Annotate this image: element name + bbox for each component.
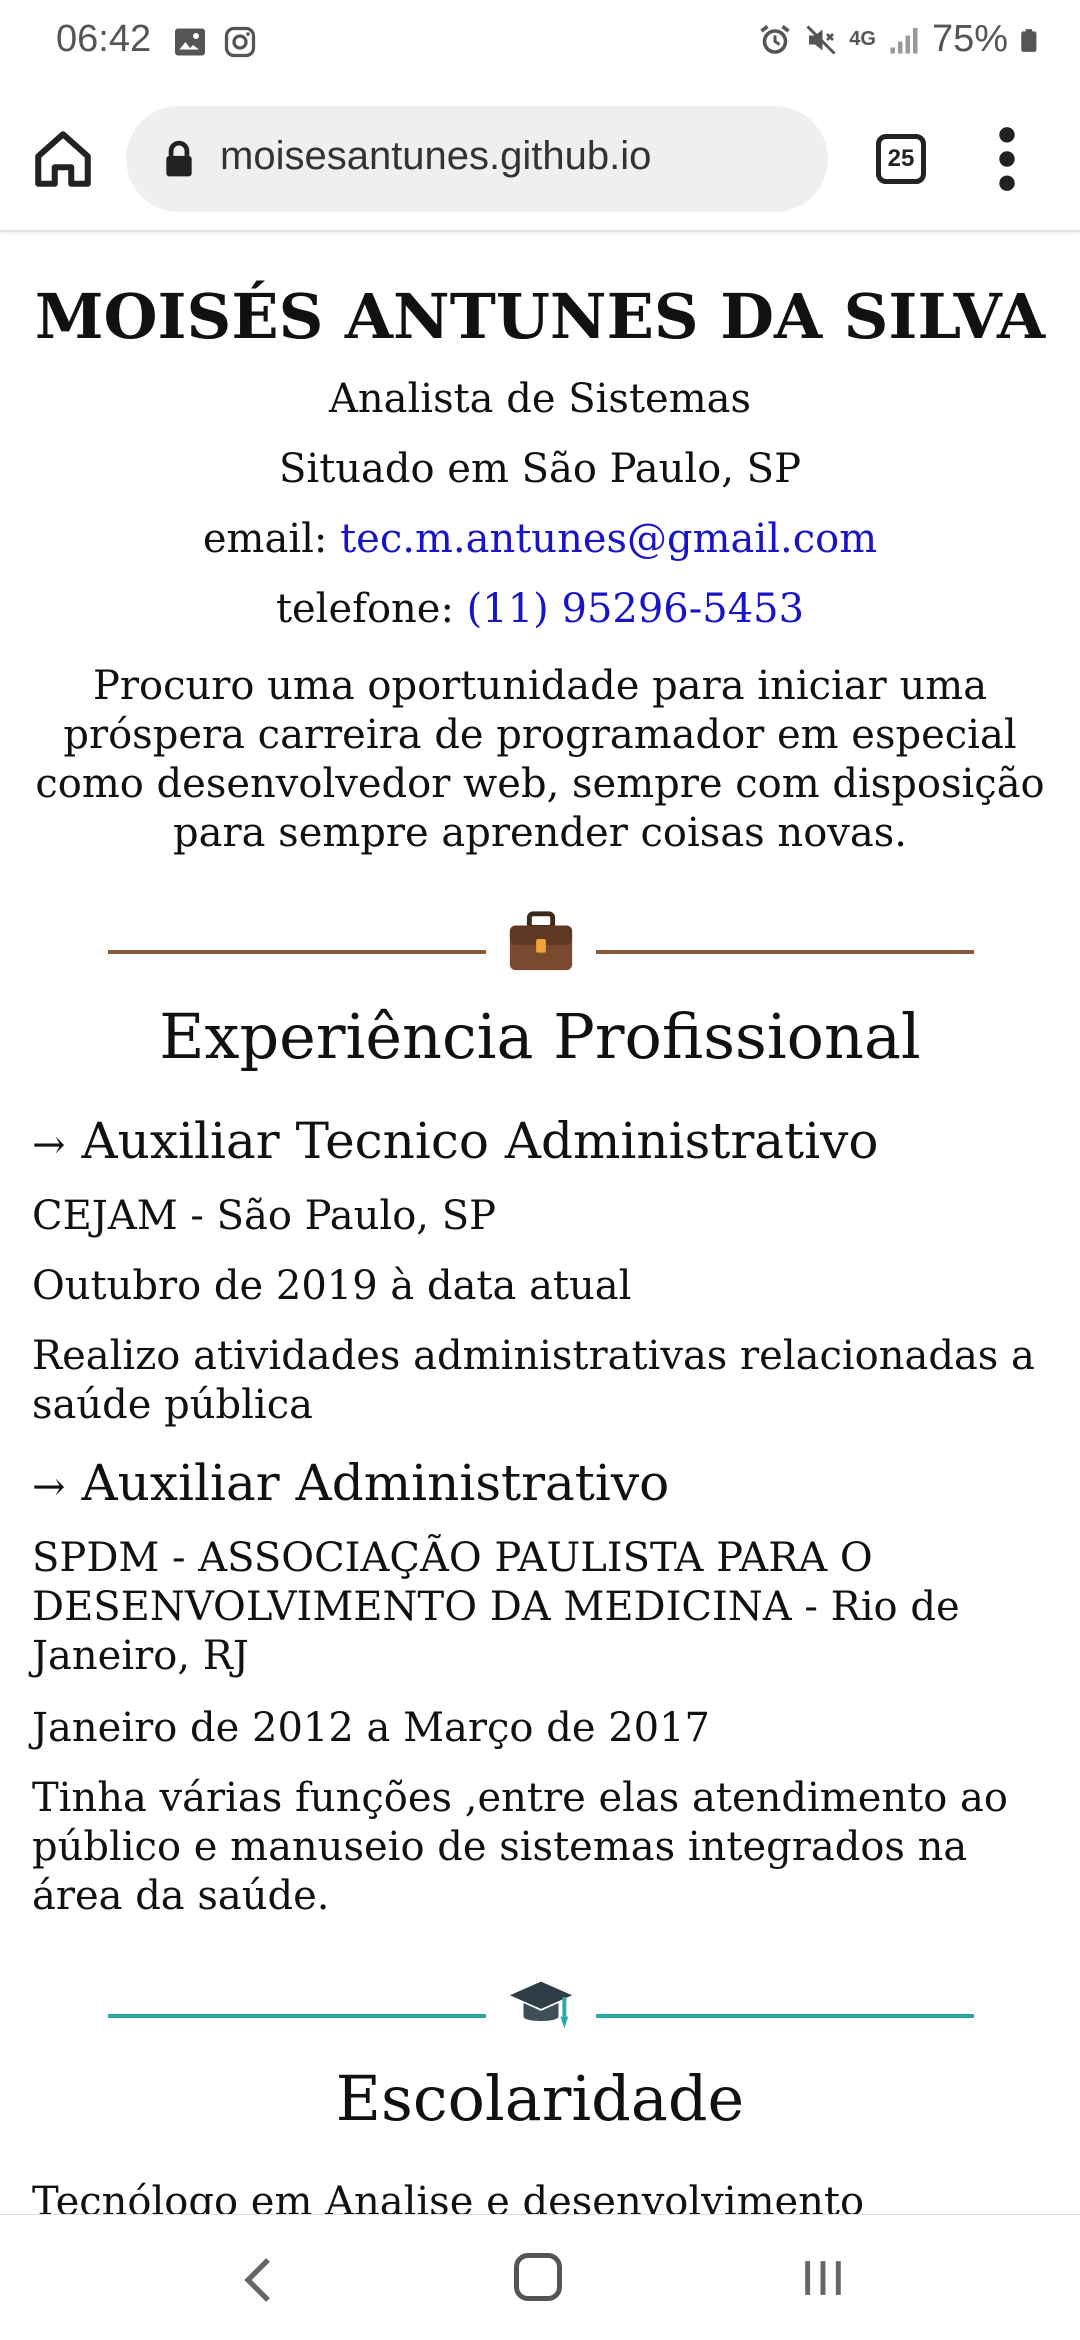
instagram-icon — [224, 26, 256, 58]
phone-link[interactable]: (11) 95296-5453 — [467, 586, 804, 632]
career-objective: Procuro uma oportunidade para iniciar um… — [35, 663, 1045, 856]
divider-line-right — [596, 950, 974, 954]
email-link[interactable]: tec.m.antunes@gmail.com — [340, 516, 877, 562]
education-divider — [108, 1981, 974, 2029]
mute-icon — [806, 24, 836, 55]
graduation-cap-icon — [509, 1981, 573, 2029]
divider-line-left — [108, 950, 486, 954]
profile-role: Analista de Sistemas — [328, 376, 751, 422]
briefcase-icon — [509, 911, 573, 971]
job-description: Tinha várias funções ,entre elas atendim… — [32, 1775, 1008, 1919]
home-icon[interactable] — [30, 126, 96, 192]
job-period: Outubro de 2019 à data atual — [32, 1263, 632, 1309]
job-title: → Auxiliar Tecnico Administrativo — [32, 1112, 878, 1170]
url-text: moisesantunes.github.io — [220, 134, 652, 178]
job-title-text: Auxiliar Tecnico Administrativo — [81, 1112, 879, 1170]
alarm-icon — [760, 24, 790, 54]
browser-toolbar: moisesantunes.github.io 25 — [0, 86, 1080, 232]
status-bar: 06:42 4G 75% — [0, 0, 1080, 86]
gallery-icon — [175, 28, 205, 56]
job-title: → Auxiliar Administrativo — [32, 1454, 669, 1512]
job-description: Realizo atividades administrativas relac… — [32, 1333, 1035, 1428]
status-time: 06:42 — [56, 18, 152, 60]
email-line: email: tec.m.antunes@gmail.com — [0, 516, 1080, 562]
phone-line: telefone: (11) 95296-5453 — [0, 586, 1080, 632]
education-item: Tecnólogo em Analise e desenvolvimento — [32, 2179, 865, 2214]
battery-percent: 75% — [931, 18, 1008, 60]
job-company: SPDM - ASSOCIAÇÃO PAULISTA PARA O DESENV… — [32, 1535, 960, 1679]
experience-section-title: Experiência Profissional — [159, 1000, 921, 1073]
job-company: CEJAM - São Paulo, SP — [32, 1193, 497, 1239]
back-icon[interactable] — [238, 2255, 278, 2305]
battery-icon — [1021, 28, 1037, 52]
education-section-title: Escolaridade — [335, 2062, 745, 2135]
divider-line-left — [108, 2014, 486, 2018]
page-content: MOISÉS ANTUNES DA SILVA Analista de Sist… — [0, 234, 1080, 2214]
experience-divider — [108, 911, 974, 971]
divider-line-right — [596, 2014, 974, 2018]
network-type: 4G — [849, 28, 876, 50]
more-options-icon[interactable] — [990, 126, 1024, 192]
tab-switcher-button[interactable]: 25 — [876, 134, 926, 184]
job-title-text: Auxiliar Administrativo — [81, 1454, 670, 1512]
status-notification-icons — [172, 24, 258, 60]
home-nav-button[interactable] — [514, 2253, 562, 2301]
signal-icon — [890, 27, 918, 53]
lock-icon — [166, 140, 192, 177]
arrow-icon: → — [32, 1464, 66, 1510]
system-navigation-bar — [0, 2214, 1080, 2340]
status-system-icons: 4G 75% — [757, 18, 1044, 61]
profile-location: Situado em São Paulo, SP — [279, 446, 801, 492]
arrow-icon: → — [32, 1122, 66, 1168]
phone-label: telefone: — [275, 586, 467, 632]
job-period: Janeiro de 2012 a Março de 2017 — [32, 1705, 711, 1751]
recent-apps-icon[interactable] — [800, 2255, 846, 2301]
profile-name: MOISÉS ANTUNES DA SILVA — [34, 280, 1046, 353]
address-bar[interactable]: moisesantunes.github.io — [126, 106, 828, 212]
email-label: email: — [202, 516, 341, 562]
